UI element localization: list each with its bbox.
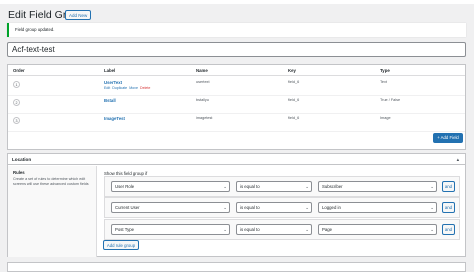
rule-value-select[interactable]: Page ⌄ [318, 224, 437, 235]
edit-link[interactable]: Edit [104, 86, 110, 90]
admin-top-strip [0, 0, 474, 4]
field-label-link[interactable]: ImageTest [104, 116, 125, 121]
field-name: bstallyu [196, 98, 209, 102]
field-key: field_6 [288, 98, 300, 102]
and-button[interactable]: and [442, 202, 455, 213]
location-panel: Location ▲ Rules Create a set of rules t… [7, 153, 466, 257]
field-row[interactable]: 1 UserText Edit Duplicate Move Delete us… [8, 77, 465, 96]
order-badge[interactable]: 2 [13, 99, 20, 106]
collapse-caret-icon[interactable]: ▲ [456, 157, 460, 162]
rule-param-select[interactable]: User Role ⌄ [111, 181, 230, 192]
location-header[interactable]: Location ▲ [8, 154, 465, 165]
operator-value: is equal to [240, 184, 260, 189]
rule-operator-select[interactable]: is equal to ⌄ [236, 202, 312, 213]
field-label-link[interactable]: Bstall [104, 98, 116, 103]
rule-group: User Role ⌄ is equal to ⌄ Subscriber ⌄ and [104, 176, 460, 197]
rules-description: Create a set of rules to determine which… [13, 177, 89, 186]
rule-operator-select[interactable]: is equal to ⌄ [236, 224, 312, 235]
chevron-down-icon: ⌄ [223, 227, 227, 232]
field-row[interactable]: 3 ImageTest imagetest field_6 Image [8, 113, 465, 132]
chevron-down-icon: ⌄ [430, 184, 434, 189]
operator-value: is equal to [240, 227, 260, 232]
field-row[interactable]: 2 Bstall bstallyu field_6 True / False [8, 95, 465, 114]
field-label-link[interactable]: UserText [104, 80, 122, 85]
fields-table-header: Order Label Name Key Type [8, 65, 465, 76]
rule-value: Subscriber [322, 184, 343, 189]
delete-link[interactable]: Delete [140, 86, 150, 90]
column-label: Label [104, 68, 116, 73]
param-value: User Role [115, 184, 135, 189]
chevron-down-icon: ⌄ [430, 205, 434, 210]
row-actions: Edit Duplicate Move Delete [104, 86, 150, 90]
move-link[interactable]: Move [129, 86, 138, 90]
duplicate-link[interactable]: Duplicate [112, 86, 127, 90]
field-name: usertext [196, 80, 210, 84]
and-button[interactable]: and [442, 224, 455, 235]
settings-panel-edge [7, 262, 466, 272]
chevron-down-icon: ⌄ [223, 205, 227, 210]
rule-value: Page [322, 227, 333, 232]
chevron-down-icon: ⌄ [430, 227, 434, 232]
column-name: Name [196, 68, 208, 73]
field-name: imagetest [196, 116, 213, 120]
chevron-down-icon: ⌄ [305, 184, 309, 189]
rule-value-select[interactable]: Subscriber ⌄ [318, 181, 437, 192]
add-rule-group-button[interactable]: Add rule group [103, 240, 139, 250]
field-type: Image [380, 116, 391, 120]
order-badge[interactable]: 1 [13, 81, 20, 88]
field-type: True / False [380, 98, 401, 102]
rule-operator-select[interactable]: is equal to ⌄ [236, 181, 312, 192]
order-badge[interactable]: 3 [13, 117, 20, 124]
param-value: Post Type [115, 227, 135, 232]
operator-value: is equal to [240, 205, 260, 210]
field-type: Text [380, 80, 387, 84]
rule-group: Current User ⌄ is equal to ⌄ Logged in ⌄ an… [104, 197, 460, 218]
field-group-title-input[interactable]: Acf-text-test [7, 42, 466, 57]
notice-text: Field group updated. [15, 27, 55, 32]
field-key: field_6 [288, 116, 300, 120]
chevron-down-icon: ⌄ [305, 227, 309, 232]
rule-param-select[interactable]: Current User ⌄ [111, 202, 230, 213]
rule-param-select[interactable]: Post Type ⌄ [111, 224, 230, 235]
column-type: Type [380, 68, 390, 73]
rules-title: Rules [13, 170, 25, 175]
title-input-value: Acf-text-test [12, 45, 55, 54]
chevron-down-icon: ⌄ [305, 205, 309, 210]
column-order: Order [13, 68, 25, 73]
rule-value: Logged in [322, 205, 341, 210]
update-notice: Field group updated. [7, 23, 466, 37]
field-key: field_6 [288, 80, 300, 84]
rule-value-select[interactable]: Logged in ⌄ [318, 202, 437, 213]
add-field-button[interactable]: + Add Field [433, 133, 463, 143]
rule-group: Post Type ⌄ is equal to ⌄ Page ⌄ and [104, 219, 460, 240]
chevron-down-icon: ⌄ [223, 184, 227, 189]
location-title: Location [12, 157, 32, 162]
fields-table-panel: Order Label Name Key Type 1 UserText Edi… [7, 64, 466, 150]
and-button[interactable]: and [442, 181, 455, 192]
add-new-button[interactable]: Add New [65, 10, 92, 20]
param-value: Current User [115, 205, 140, 210]
column-key: Key [288, 68, 296, 73]
